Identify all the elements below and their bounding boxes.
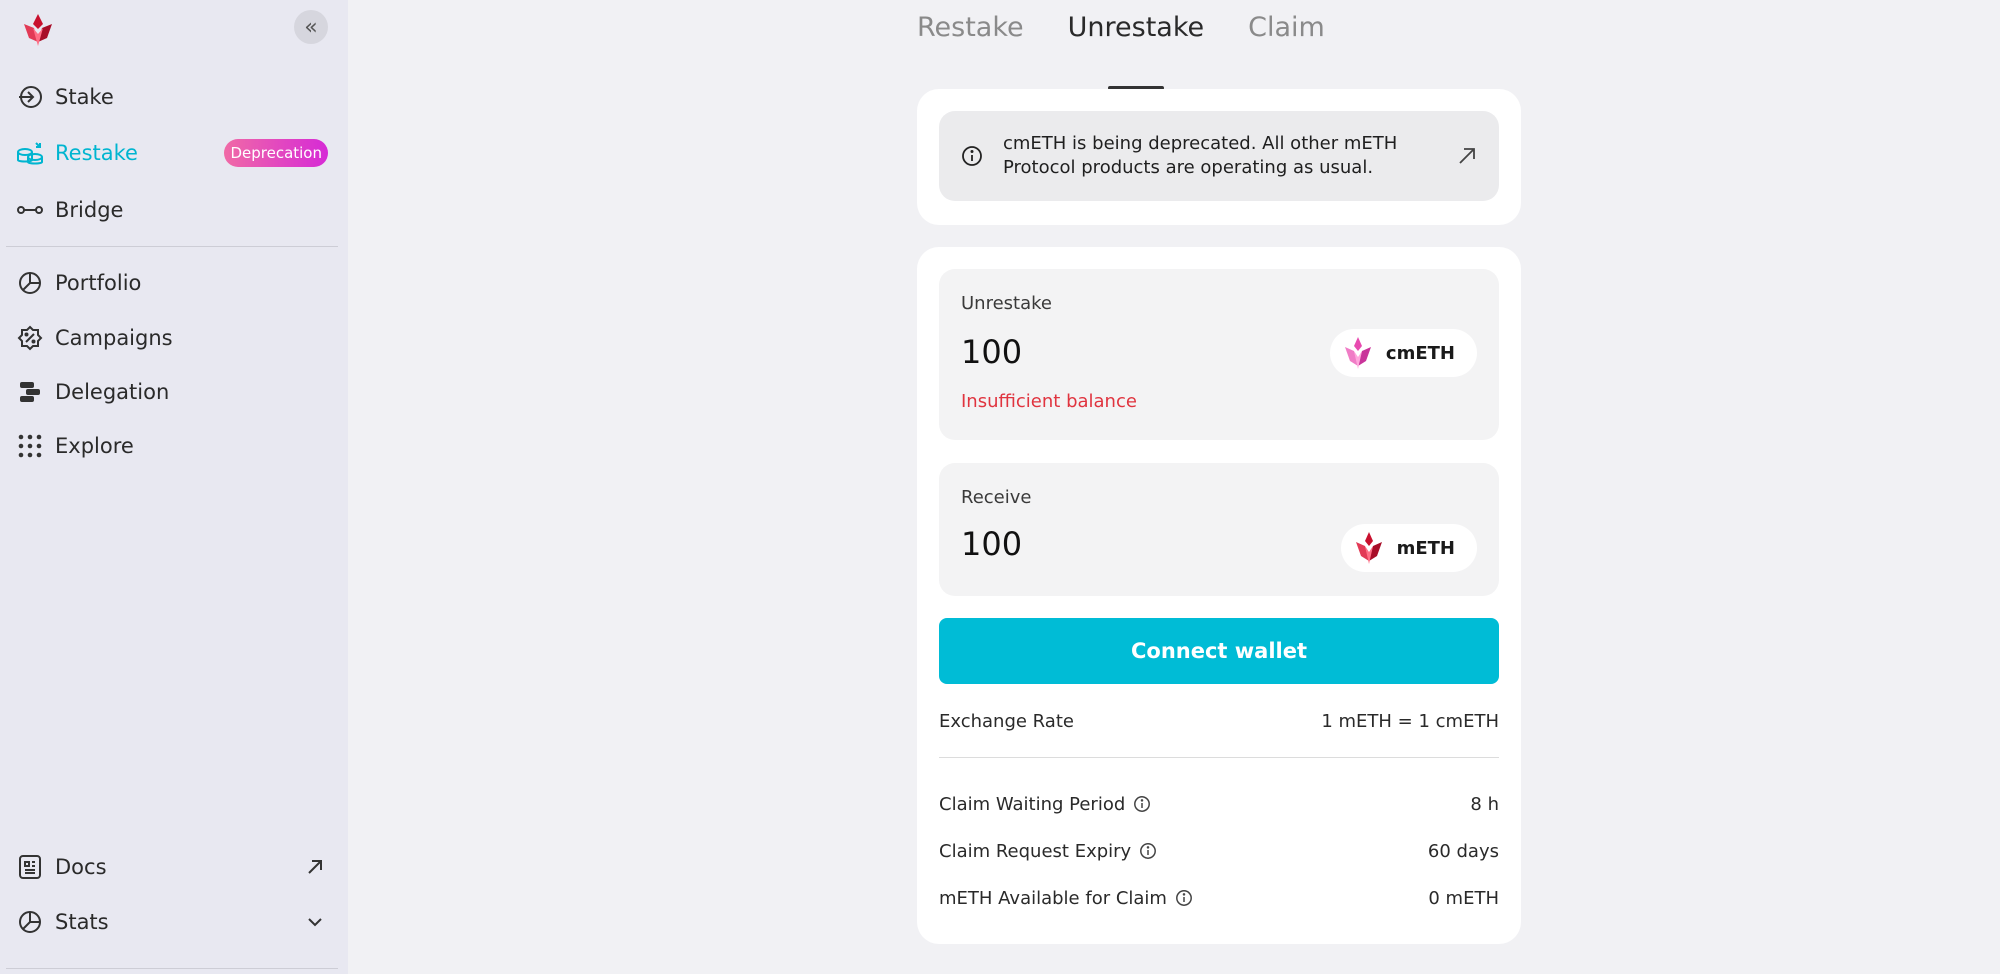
insufficient-balance-error: Insufficient balance — [961, 391, 1137, 412]
unrestake-amount-input[interactable] — [961, 333, 1301, 371]
exchange-rate-value: 1 mETH = 1 cmETH — [1321, 710, 1499, 732]
info-icon[interactable] — [1175, 889, 1193, 907]
meth-available-row: mETH Available for Claim 0 mETH — [939, 885, 1499, 911]
claim-waiting-period-value: 8 h — [1470, 793, 1499, 815]
meth-available-value: 0 mETH — [1428, 887, 1499, 909]
collapse-sidebar-button[interactable]: « — [294, 10, 328, 44]
sidebar-item-label: Explore — [55, 434, 134, 458]
sidebar-item-explore[interactable]: Explore — [16, 426, 328, 466]
sidebar-item-stake[interactable]: Stake — [16, 77, 328, 117]
claim-request-expiry-row: Claim Request Expiry 60 days — [939, 838, 1499, 864]
login-arrow-icon — [16, 83, 44, 111]
sidebar: « Stake Restake Deprecation Bridge Portf… — [0, 0, 348, 974]
meth-logo-icon[interactable] — [20, 12, 56, 48]
sidebar-divider — [6, 246, 338, 247]
sidebar-item-label: Delegation — [55, 380, 170, 404]
notice-text: cmETH is being deprecated. All other mET… — [1003, 133, 1398, 178]
badge-percent-icon — [16, 324, 44, 352]
claim-waiting-period-row: Claim Waiting Period 8 h — [939, 791, 1499, 817]
grid-dots-icon — [16, 432, 44, 460]
tab-unrestake[interactable]: Unrestake — [1068, 12, 1204, 68]
exchange-rate-row: Exchange Rate 1 mETH = 1 cmETH — [939, 708, 1499, 734]
sidebar-item-label: Stake — [55, 85, 114, 109]
info-icon[interactable] — [1139, 842, 1157, 860]
tab-restake[interactable]: Restake — [917, 12, 1024, 68]
sidebar-item-portfolio[interactable]: Portfolio — [16, 263, 328, 303]
meth-token-display: mETH — [1340, 524, 1477, 572]
sidebar-item-bridge[interactable]: Bridge — [16, 190, 328, 230]
sidebar-item-label: Restake — [55, 141, 138, 165]
pie-chart-icon — [16, 269, 44, 297]
unrestake-panel: Unrestake cmETH Insufficient balance — [939, 269, 1499, 440]
token-name: mETH — [1396, 537, 1455, 559]
sidebar-divider — [6, 968, 338, 969]
sidebar-item-label: Portfolio — [55, 271, 142, 295]
coins-stack-icon — [16, 139, 44, 167]
action-tabs: Restake Unrestake Claim — [917, 12, 1325, 68]
details-divider — [939, 757, 1499, 758]
info-icon — [961, 145, 983, 167]
deprecation-notice-card: cmETH is being deprecated. All other mET… — [917, 89, 1521, 225]
deprecation-notice: cmETH is being deprecated. All other mET… — [939, 111, 1499, 201]
tab-claim[interactable]: Claim — [1248, 12, 1325, 68]
pie-chart-icon — [16, 908, 44, 936]
document-icon — [16, 853, 44, 881]
claim-request-expiry-label: Claim Request Expiry — [939, 840, 1132, 862]
external-link-icon — [306, 858, 324, 876]
sidebar-item-stats[interactable]: Stats — [16, 902, 328, 942]
cmeth-token-selector[interactable]: cmETH — [1329, 329, 1477, 377]
connect-wallet-button[interactable]: Connect wallet — [939, 618, 1499, 684]
delegation-icon — [16, 378, 44, 406]
external-link-icon[interactable] — [1457, 146, 1477, 166]
receive-label: Receive — [961, 487, 1032, 508]
exchange-rate-label: Exchange Rate — [939, 710, 1074, 732]
deprecation-badge: Deprecation — [224, 139, 328, 167]
sidebar-item-delegation[interactable]: Delegation — [16, 372, 328, 412]
unrestake-label: Unrestake — [961, 293, 1052, 314]
chevron-down-icon — [306, 913, 324, 931]
meth-available-label: mETH Available for Claim — [939, 887, 1167, 909]
claim-waiting-period-label: Claim Waiting Period — [939, 793, 1126, 815]
bridge-link-icon — [16, 196, 44, 224]
double-chevron-left-icon: « — [304, 14, 318, 40]
meth-token-icon — [1355, 532, 1382, 564]
sidebar-item-restake[interactable]: Restake Deprecation — [16, 133, 328, 173]
receive-panel: Receive mETH — [939, 463, 1499, 596]
sidebar-item-label: Campaigns — [55, 326, 173, 350]
sidebar-item-label: Bridge — [55, 198, 124, 222]
info-icon[interactable] — [1133, 795, 1151, 813]
unrestake-form-card: Unrestake cmETH Insufficient balance Rec… — [917, 247, 1521, 944]
cmeth-token-icon — [1344, 337, 1371, 369]
receive-amount-field — [961, 525, 1301, 563]
sidebar-item-label: Stats — [55, 910, 109, 934]
sidebar-item-campaigns[interactable]: Campaigns — [16, 318, 328, 358]
sidebar-item-label: Docs — [55, 855, 107, 879]
token-name: cmETH — [1385, 342, 1455, 364]
sidebar-item-docs[interactable]: Docs — [16, 847, 328, 887]
claim-request-expiry-value: 60 days — [1427, 840, 1499, 862]
